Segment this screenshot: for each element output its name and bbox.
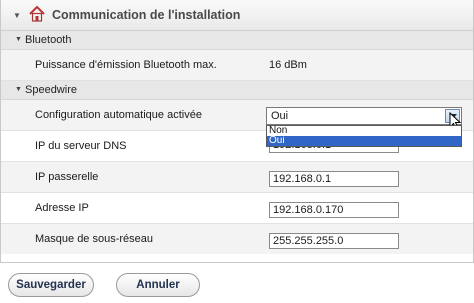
auto-config-select[interactable]: Oui <box>266 107 462 125</box>
bluetooth-power-value: 16 dBm <box>269 59 307 71</box>
row-subnet-mask: Masque de sous-réseau <box>1 224 473 254</box>
row-gateway-ip: IP passerelle <box>1 162 473 193</box>
subnet-mask-input[interactable] <box>269 233 399 249</box>
field-label: Adresse IP <box>35 202 89 214</box>
section-chevron-icon[interactable]: ▼ <box>15 86 22 93</box>
ip-address-input[interactable] <box>269 202 399 218</box>
selected-value: Oui <box>271 110 289 122</box>
section-bluetooth[interactable]: ▼ Bluetooth <box>1 31 473 50</box>
auto-config-dropdown-list: Non Oui <box>266 125 462 147</box>
section-chevron-icon[interactable]: ▼ <box>15 36 22 43</box>
field-label: IP du serveur DNS <box>35 140 127 152</box>
row-ip-address: Adresse IP <box>1 193 473 224</box>
collapse-chevron-icon[interactable]: ▼ <box>13 11 21 20</box>
option-oui[interactable]: Oui <box>267 136 461 146</box>
option-non[interactable]: Non <box>267 126 461 136</box>
field-label: Puissance d'émission Bluetooth max. <box>35 59 217 71</box>
section-label: Bluetooth <box>25 34 72 46</box>
field-label: Masque de sous-réseau <box>35 233 154 245</box>
home-icon <box>29 5 45 22</box>
field-label: IP passerelle <box>35 171 99 183</box>
row-bluetooth-power: Puissance d'émission Bluetooth max. 16 d… <box>1 50 473 81</box>
page-title: Communication de l'installation <box>52 8 241 22</box>
gateway-ip-input[interactable] <box>269 171 399 187</box>
cancel-button[interactable]: Annuler <box>116 273 200 297</box>
save-button[interactable]: Sauvegarder <box>8 273 94 297</box>
panel-header[interactable]: ▼ Communication de l'installation <box>1 0 473 31</box>
section-label: Speedwire <box>25 84 77 96</box>
field-label: Configuration automatique activée <box>35 109 202 121</box>
section-speedwire[interactable]: ▼ Speedwire <box>1 81 473 100</box>
